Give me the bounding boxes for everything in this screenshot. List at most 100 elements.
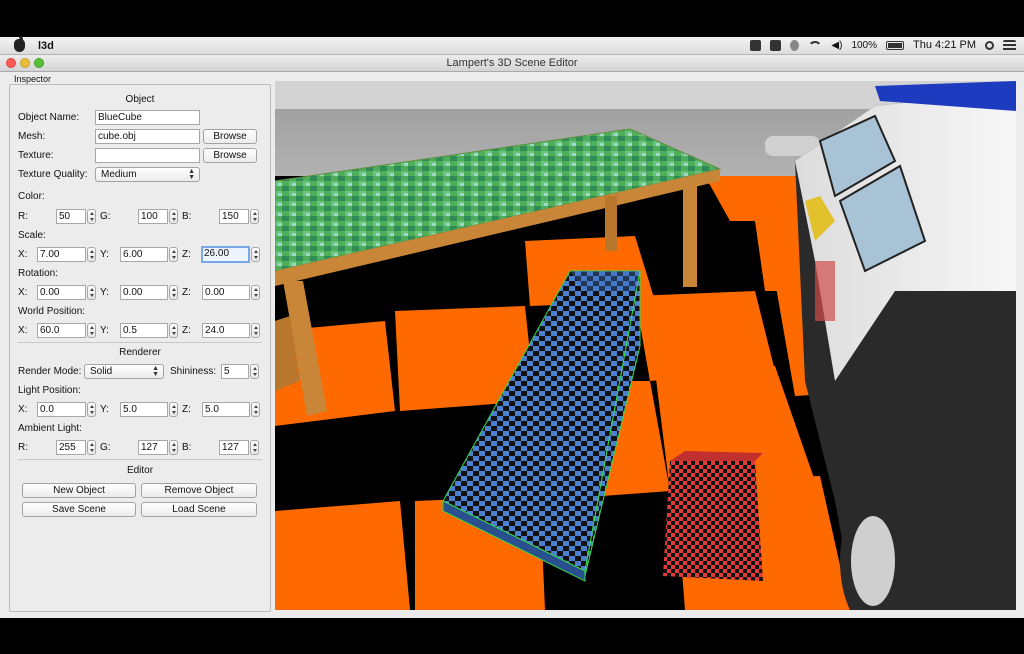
rotation-y-stepper[interactable] xyxy=(169,285,178,300)
inspector-title: Inspector xyxy=(14,74,52,84)
scale-z-stepper[interactable] xyxy=(251,247,260,262)
dropbox-icon[interactable] xyxy=(750,39,762,51)
rotation-z-label: Z: xyxy=(182,287,191,298)
world-position-label: World Position: xyxy=(18,306,86,317)
app-menu-name[interactable]: l3d xyxy=(38,40,54,52)
object-name-field[interactable]: BlueCube xyxy=(95,110,200,125)
texture-label: Texture: xyxy=(18,150,54,161)
volume-icon[interactable]: ◀) xyxy=(831,40,842,51)
rotation-x-field[interactable]: 0.00 xyxy=(37,285,86,300)
screen: l3d ◀) 100% Thu 4:21 PM Lampert's 3D Sce… xyxy=(0,0,1024,654)
object-name-label: Object Name: xyxy=(18,112,80,123)
light-z-label: Z: xyxy=(182,404,191,415)
color-g-label: G: xyxy=(100,211,111,222)
scale-z-field[interactable]: 26.00 xyxy=(201,246,250,263)
color-g-field[interactable]: 100 xyxy=(138,209,168,224)
bluetooth-icon[interactable] xyxy=(790,39,800,51)
light-x-stepper[interactable] xyxy=(87,402,96,417)
rotation-y-label: Y: xyxy=(100,287,109,298)
wifi-icon[interactable] xyxy=(808,41,823,49)
color-r-field[interactable]: 50 xyxy=(56,209,86,224)
texture-quality-value: Medium xyxy=(101,169,137,180)
scale-x-field[interactable]: 7.00 xyxy=(37,247,86,262)
position-x-field[interactable]: 60.0 xyxy=(37,323,86,338)
window-title: Lampert's 3D Scene Editor xyxy=(446,57,578,69)
screen-icon[interactable] xyxy=(770,39,782,51)
position-z-stepper[interactable] xyxy=(251,323,260,338)
scene-render xyxy=(275,81,1016,610)
clock[interactable]: Thu 4:21 PM xyxy=(913,39,976,51)
position-x-stepper[interactable] xyxy=(87,323,96,338)
mesh-field[interactable]: cube.obj xyxy=(95,129,200,144)
ambient-r-field[interactable]: 255 xyxy=(56,440,86,455)
scale-z-label: Z: xyxy=(182,249,191,260)
render-mode-label: Render Mode: xyxy=(18,366,82,377)
light-y-field[interactable]: 5.0 xyxy=(120,402,168,417)
mesh-browse-button[interactable]: Browse xyxy=(203,129,257,144)
render-mode-select[interactable]: Solid ▲ ▼ xyxy=(84,364,164,379)
scale-x-stepper[interactable] xyxy=(87,247,96,262)
rotation-x-stepper[interactable] xyxy=(87,285,96,300)
shininess-label: Shininess: xyxy=(170,366,217,377)
ambient-b-field[interactable]: 127 xyxy=(219,440,249,455)
rotation-label: Rotation: xyxy=(18,268,59,279)
remove-object-button[interactable]: Remove Object xyxy=(141,483,257,498)
menu-bar: l3d ◀) 100% Thu 4:21 PM xyxy=(0,36,1024,55)
spotlight-search-icon[interactable] xyxy=(985,40,994,50)
light-y-label: Y: xyxy=(100,404,109,415)
ambient-g-stepper[interactable] xyxy=(169,440,178,455)
color-b-field[interactable]: 150 xyxy=(219,209,249,224)
color-r-label: R: xyxy=(18,211,28,222)
mesh-label: Mesh: xyxy=(18,131,46,142)
light-x-field[interactable]: 0.0 xyxy=(37,402,86,417)
light-z-field[interactable]: 5.0 xyxy=(202,402,250,417)
scale-y-stepper[interactable] xyxy=(169,247,178,262)
light-y-stepper[interactable] xyxy=(169,402,178,417)
color-b-stepper[interactable] xyxy=(250,209,259,224)
texture-browse-button[interactable]: Browse xyxy=(203,148,257,163)
object-section-heading: Object xyxy=(125,94,155,105)
editor-section-heading: Editor xyxy=(126,465,154,476)
ambient-r-stepper[interactable] xyxy=(87,440,96,455)
ambient-b-stepper[interactable] xyxy=(250,440,259,455)
notification-center-icon[interactable] xyxy=(1003,39,1016,51)
color-g-stepper[interactable] xyxy=(169,209,178,224)
scale-label: Scale: xyxy=(18,230,46,241)
color-b-label: B: xyxy=(182,211,192,222)
position-z-field[interactable]: 24.0 xyxy=(202,323,250,338)
ambient-r-label: R: xyxy=(18,442,28,453)
ambient-b-label: B: xyxy=(182,442,192,453)
scale-y-field[interactable]: 6.00 xyxy=(120,247,168,262)
texture-field[interactable] xyxy=(95,148,200,163)
position-y-stepper[interactable] xyxy=(169,323,178,338)
shininess-field[interactable]: 5 xyxy=(221,364,249,379)
ambient-light-label: Ambient Light: xyxy=(18,423,82,434)
battery-percent: 100% xyxy=(851,39,878,51)
rotation-z-field[interactable]: 0.00 xyxy=(202,285,250,300)
shininess-stepper[interactable] xyxy=(250,364,259,379)
scale-x-label: X: xyxy=(18,249,28,260)
load-scene-button[interactable]: Load Scene xyxy=(141,502,257,517)
position-y-field[interactable]: 0.5 xyxy=(120,323,168,338)
light-position-label: Light Position: xyxy=(18,385,81,396)
window-title-bar: Lampert's 3D Scene Editor xyxy=(0,55,1024,72)
battery-icon[interactable] xyxy=(886,40,905,50)
light-x-label: X: xyxy=(18,404,28,415)
light-z-stepper[interactable] xyxy=(251,402,260,417)
rotation-y-field[interactable]: 0.00 xyxy=(120,285,168,300)
new-object-button[interactable]: New Object xyxy=(22,483,136,498)
3d-viewport[interactable] xyxy=(275,81,1016,610)
texture-quality-label: Texture Quality: xyxy=(18,169,88,180)
ambient-g-field[interactable]: 127 xyxy=(138,440,168,455)
red-cube-object[interactable] xyxy=(663,451,763,581)
texture-quality-select[interactable]: Medium ▲ ▼ xyxy=(95,167,200,182)
section-divider xyxy=(18,459,262,460)
rotation-x-label: X: xyxy=(18,287,28,298)
apple-icon[interactable] xyxy=(14,36,25,52)
rotation-z-stepper[interactable] xyxy=(251,285,260,300)
scale-y-label: Y: xyxy=(100,249,109,260)
color-r-stepper[interactable] xyxy=(87,209,96,224)
renderer-section-heading: Renderer xyxy=(119,347,161,358)
save-scene-button[interactable]: Save Scene xyxy=(22,502,136,517)
section-divider xyxy=(18,342,262,343)
